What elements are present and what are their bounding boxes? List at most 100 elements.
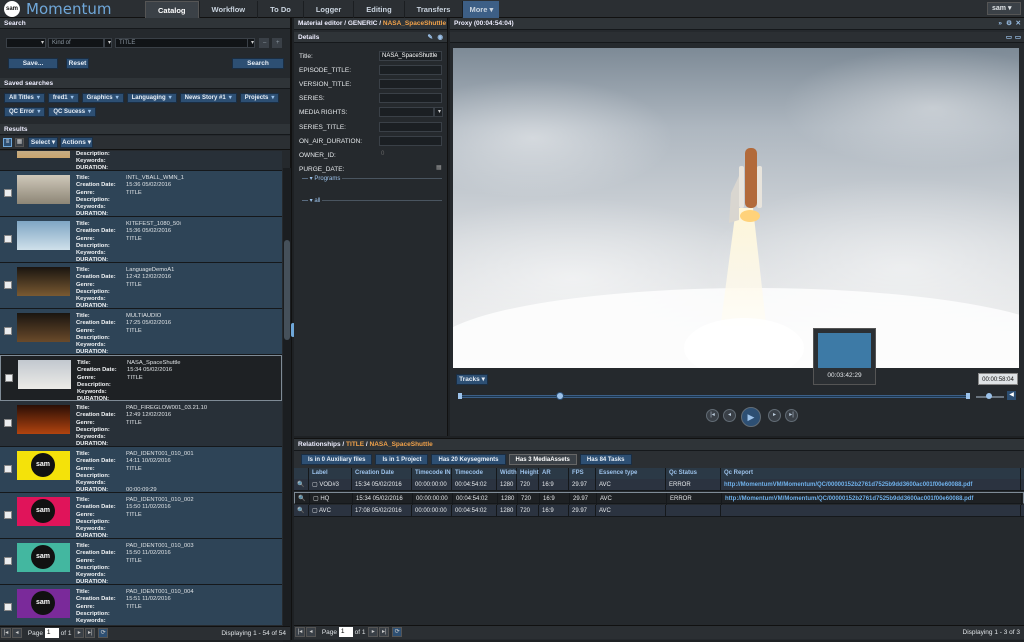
close-icon[interactable]: ✕: [1016, 18, 1021, 30]
tab-more[interactable]: More ▾: [462, 1, 500, 18]
skip-end-icon[interactable]: ▸|: [785, 409, 798, 422]
result-row[interactable]: sam Title: Creation Date: Genre: Description…: [0, 539, 282, 585]
saved-search-chip[interactable]: News Story #1 ▾: [179, 93, 237, 103]
row-checkbox[interactable]: [4, 235, 12, 243]
result-row[interactable]: sam Title: Creation Date: Genre: Description…: [0, 447, 282, 493]
minimize-icon[interactable]: ▭: [1006, 32, 1012, 43]
chevron-down-icon[interactable]: ▾: [104, 38, 112, 48]
media-asset-row[interactable]: 🔍 ▢ VOD#3 15:34 05/02/2016 00:00:00:00 00:04…: [294, 479, 1024, 491]
editor-field-input[interactable]: [379, 79, 442, 89]
last-page-icon[interactable]: ▸|: [85, 628, 96, 639]
tab-tasks[interactable]: Has 84 Tasks: [579, 454, 632, 465]
row-checkbox[interactable]: [4, 603, 12, 611]
speaker-icon[interactable]: ◀: [1007, 391, 1016, 400]
out-marker[interactable]: [966, 393, 970, 399]
page-input[interactable]: 1: [338, 627, 353, 638]
column-header[interactable]: FPS: [569, 468, 596, 479]
result-row[interactable]: Title:Creation Date:Genre:Description:Ke…: [0, 309, 282, 355]
result-row[interactable]: Title:Creation Date:Genre:Description:Ke…: [0, 151, 282, 171]
column-header[interactable]: Creation Date: [352, 468, 412, 479]
volume-handle[interactable]: [986, 393, 992, 399]
tab-catalog[interactable]: Catalog: [145, 1, 199, 18]
saved-search-chip[interactable]: QC Sucess ▾: [48, 107, 97, 117]
tracks-menu[interactable]: Tracks ▾: [456, 374, 488, 385]
editor-field-input[interactable]: [379, 122, 442, 132]
column-header[interactable]: AR: [539, 468, 569, 479]
row-checkbox[interactable]: [4, 419, 12, 427]
maximize-icon[interactable]: ▭: [1015, 32, 1021, 43]
result-thumbnail[interactable]: [17, 405, 70, 434]
column-header[interactable]: Qc Report: [721, 468, 1021, 479]
prev-page-icon[interactable]: ◂: [306, 627, 316, 638]
result-row[interactable]: Title:Creation Date:Genre:Description:Ke…: [0, 401, 282, 447]
all-toggle[interactable]: — ▾ all: [302, 197, 323, 204]
next-page-icon[interactable]: ▸: [368, 627, 379, 638]
editor-field-input[interactable]: [379, 93, 442, 103]
remove-criteria-button[interactable]: –: [259, 38, 269, 48]
editor-field-input[interactable]: [379, 136, 442, 146]
search-icon[interactable]: 🔍: [294, 479, 309, 491]
editor-field-input[interactable]: [379, 65, 442, 75]
tab-logger[interactable]: Logger: [302, 1, 353, 18]
timeline-track[interactable]: [458, 395, 970, 398]
column-header[interactable]: Qc Status: [666, 468, 721, 479]
chevron-down-icon[interactable]: ▾: [38, 38, 46, 48]
last-page-icon[interactable]: ▸|: [379, 627, 390, 638]
chevron-down-icon[interactable]: ▾: [434, 107, 443, 117]
next-page-icon[interactable]: ▸: [74, 628, 85, 639]
result-row[interactable]: Title:Creation Date:Genre:Description:Ke…: [0, 263, 282, 309]
programs-toggle[interactable]: — ▾ Programs: [302, 175, 343, 182]
expand-icon[interactable]: »: [998, 18, 1002, 30]
result-thumbnail[interactable]: [17, 267, 70, 296]
tab-editing[interactable]: Editing: [353, 1, 403, 18]
saved-search-chip[interactable]: fred1 ▾: [47, 93, 79, 103]
options-icon[interactable]: ◉: [437, 32, 443, 43]
result-row[interactable]: Title:Creation Date:Genre:Description:Ke…: [0, 355, 282, 402]
media-asset-row[interactable]: 🔍 ▢ HQ 15:34 05/02/2016 00:00:00:00 00:04:54…: [294, 492, 1024, 505]
tab-workflow[interactable]: Workflow: [198, 1, 258, 18]
reset-button[interactable]: Reset: [66, 58, 89, 69]
select-menu[interactable]: Select ▾: [28, 137, 58, 148]
tab-projects[interactable]: Is in 1 Project: [375, 454, 429, 465]
media-asset-row[interactable]: 🔍 ▢ AVC 17:08 05/02/2016 00:00:00:00 00:04:5…: [294, 505, 1024, 517]
search-icon[interactable]: 🔍: [294, 505, 309, 517]
saved-search-chip[interactable]: Graphics ▾: [81, 93, 124, 103]
saved-search-chip[interactable]: Languaging ▾: [126, 93, 177, 103]
result-row[interactable]: sam Title: Creation Date: Genre: Description…: [0, 585, 282, 625]
result-thumbnail[interactable]: sam: [17, 589, 70, 618]
video-frame[interactable]: [453, 48, 1019, 368]
save-search-button[interactable]: Save...: [8, 58, 58, 69]
result-thumbnail[interactable]: [18, 360, 71, 389]
add-criteria-button[interactable]: +: [272, 38, 282, 48]
tab-transfers[interactable]: Transfers: [403, 1, 463, 18]
settings-icon[interactable]: ⚙: [1006, 18, 1012, 30]
skip-start-icon[interactable]: |◂: [706, 409, 719, 422]
result-thumbnail[interactable]: sam: [17, 497, 70, 526]
row-checkbox[interactable]: [4, 281, 12, 289]
column-header[interactable]: Height: [517, 468, 539, 479]
row-checkbox[interactable]: [4, 557, 12, 565]
result-thumbnail[interactable]: [17, 221, 70, 250]
column-header[interactable]: Timecode OUT: [452, 468, 497, 487]
result-thumbnail[interactable]: [17, 151, 70, 158]
user-menu[interactable]: sam ▾: [987, 2, 1021, 15]
refresh-icon[interactable]: ⟳: [98, 628, 109, 639]
grid-view-icon[interactable]: ▦: [15, 138, 24, 147]
operator-input[interactable]: Kind of: [48, 38, 104, 48]
result-thumbnail[interactable]: sam: [17, 451, 70, 480]
column-header[interactable]: Label: [309, 468, 352, 479]
saved-search-chip[interactable]: All Titles ▾: [4, 93, 45, 103]
editor-field-input[interactable]: [379, 107, 434, 117]
table-cell[interactable]: http://MomentumVM/Momentum/QC/00000152b2…: [722, 493, 1022, 505]
column-header[interactable]: Timecode IN: [412, 468, 452, 479]
chevron-down-icon[interactable]: ▾: [247, 38, 255, 48]
first-page-icon[interactable]: |◂: [1, 628, 11, 639]
list-view-icon[interactable]: ≡: [3, 138, 12, 147]
row-checkbox[interactable]: [4, 511, 12, 519]
edit-icon[interactable]: ✎: [428, 32, 433, 43]
editor-field-input[interactable]: 0: [379, 150, 442, 160]
row-checkbox[interactable]: [4, 327, 12, 335]
calendar-icon[interactable]: ▦: [434, 164, 443, 174]
tab-keysegments[interactable]: Has 20 Keysegments: [431, 454, 506, 465]
result-row[interactable]: Title:Creation Date:Genre:Description:Ke…: [0, 217, 282, 263]
